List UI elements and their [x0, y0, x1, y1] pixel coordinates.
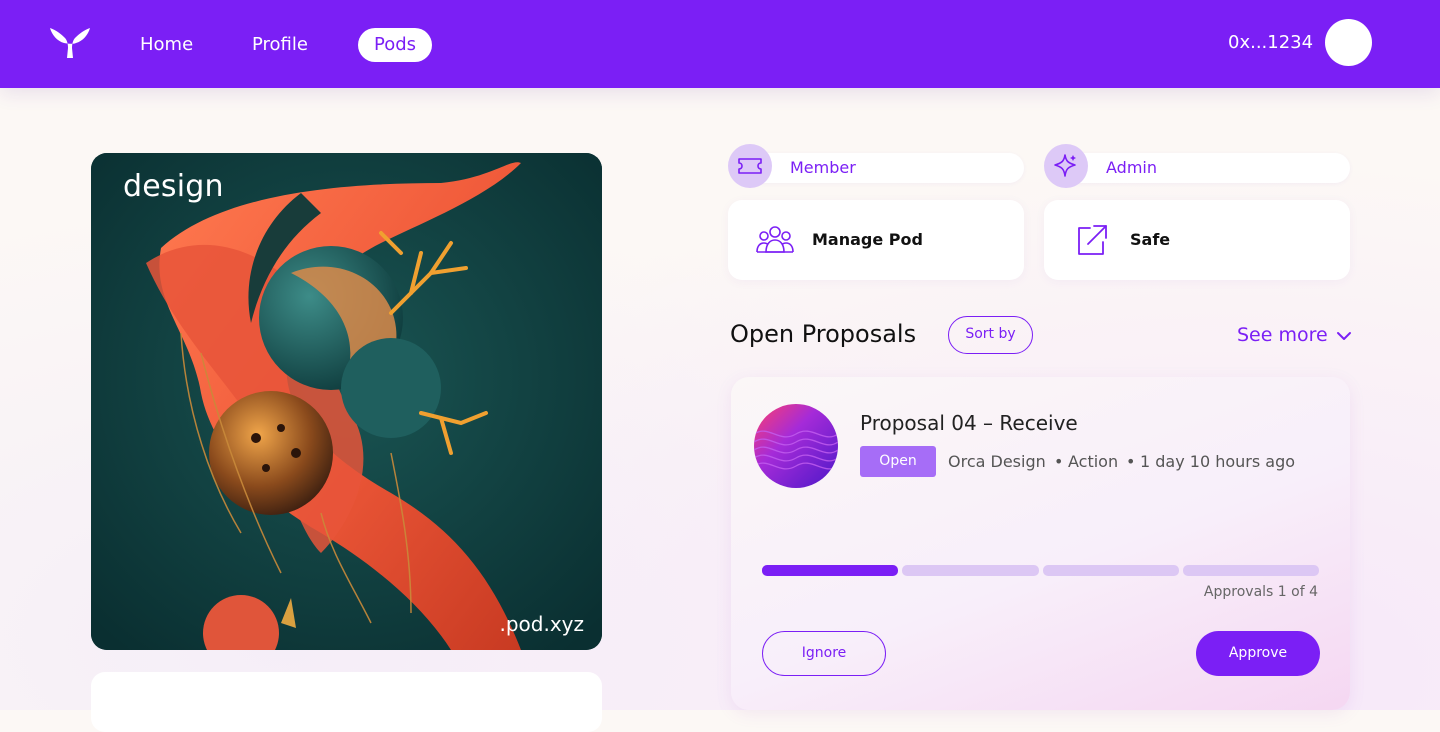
safe-button[interactable]: Safe — [1044, 200, 1350, 280]
nav-home[interactable]: Home — [140, 28, 193, 62]
proposal-title: Proposal 04 – Receive — [860, 411, 1078, 435]
role-admin-label: Admin — [1106, 158, 1157, 177]
meta-separator: • — [1126, 452, 1136, 471]
role-member: Member — [728, 144, 1024, 188]
role-member-label: Member — [790, 158, 856, 177]
see-more-link[interactable]: See more — [1237, 324, 1328, 346]
artwork-domain: .pod.xyz — [499, 612, 584, 636]
pod-info-card — [91, 672, 602, 732]
whale-tail-logo-icon[interactable] — [48, 24, 92, 60]
approval-segment — [762, 565, 899, 576]
pod-artwork-card: design .pod.xyz — [91, 153, 602, 650]
artwork-title: design — [123, 169, 224, 204]
safe-label: Safe — [1130, 230, 1171, 249]
external-link-icon — [1078, 225, 1107, 255]
sort-by-button[interactable]: Sort by — [948, 316, 1033, 354]
ticket-icon — [728, 144, 772, 188]
pod-artwork-image — [91, 153, 602, 650]
status-badge: Open — [860, 446, 936, 477]
approval-segment — [1182, 565, 1319, 576]
open-proposals-title: Open Proposals — [730, 320, 917, 348]
wallet-address[interactable]: 0x...1234 — [1228, 32, 1313, 53]
approve-button[interactable]: Approve — [1196, 631, 1320, 676]
top-navigation-bar: Home Profile Pods 0x...1234 — [0, 0, 1440, 88]
approvals-count: Approvals 1 of 4 — [1203, 584, 1318, 600]
proposal-time: 1 day 10 hours ago — [1140, 452, 1296, 471]
proposal-type: Action — [1068, 452, 1119, 471]
role-admin: Admin — [1044, 144, 1350, 188]
approval-segment — [902, 565, 1039, 576]
manage-pod-button[interactable]: Manage Pod — [728, 200, 1024, 280]
chevron-down-icon[interactable] — [1336, 328, 1352, 344]
proposal-avatar — [754, 404, 838, 488]
ignore-button[interactable]: Ignore — [762, 631, 886, 676]
proposal-org: Orca Design — [948, 452, 1046, 471]
sparkle-icon — [1044, 144, 1088, 188]
approval-progress-bar — [762, 565, 1319, 576]
nav-pods[interactable]: Pods — [358, 28, 433, 62]
proposal-card: Proposal 04 – Receive Open Orca Design •… — [731, 377, 1350, 710]
meta-separator: • — [1054, 452, 1064, 471]
nav-profile[interactable]: Profile — [252, 28, 308, 62]
manage-pod-label: Manage Pod — [812, 230, 923, 249]
user-avatar[interactable] — [1325, 19, 1372, 66]
approval-segment — [1042, 565, 1179, 576]
users-icon — [756, 226, 794, 253]
